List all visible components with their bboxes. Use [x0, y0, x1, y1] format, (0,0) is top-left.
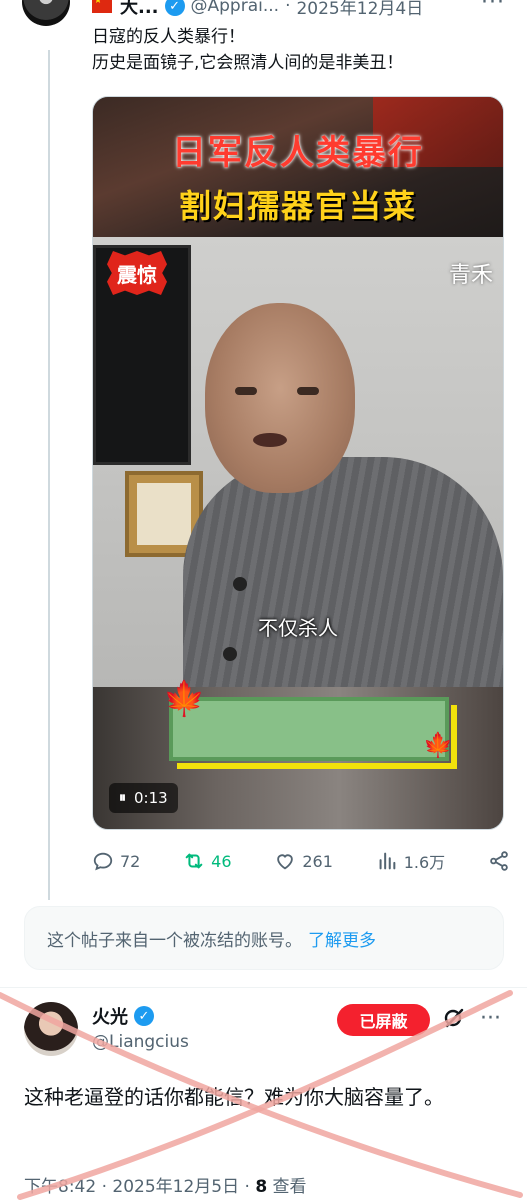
views-count: 1.6万 [403, 853, 446, 872]
person-mouth-image [253, 433, 287, 447]
author-avatar[interactable] [22, 0, 70, 26]
verified-badge-icon: ✓ [134, 1006, 154, 1026]
reply-avatar[interactable] [24, 1002, 78, 1056]
video-player[interactable]: 日军反人类暴行 割妇孺器官当菜 震惊 青禾 不仅杀人 🍁 🍁 ⏸ 0:13 [92, 96, 504, 830]
views-icon [379, 852, 396, 870]
maple-leaf-icon: 🍁 [423, 731, 453, 759]
video-banner: 日军反人类暴行 割妇孺器官当菜 [93, 97, 503, 237]
person-head-image [205, 303, 355, 493]
video-subtitle: 不仅杀人 [258, 616, 338, 640]
blocked-button[interactable]: 已屏蔽 [337, 1004, 430, 1036]
grok-icon[interactable] [442, 1006, 466, 1036]
learn-more-link[interactable]: 了解更多 [308, 926, 376, 951]
views-button[interactable]: 1.6万 [376, 849, 445, 873]
retweet-button[interactable]: 46 [183, 850, 232, 872]
video-watermark: 青禾 [448, 263, 493, 288]
reply-views-label: 查看 [267, 1177, 307, 1197]
post-header: 大... ✓ @Apprai... · 2025年12月4日 [92, 0, 423, 19]
more-options-icon[interactable]: ··· [481, 0, 505, 15]
retweet-icon [185, 853, 203, 869]
thread-line [48, 50, 50, 900]
post-text-line: 历史是面镜子,它会照清人间的是非美丑！ [92, 53, 404, 73]
china-flag-icon [92, 0, 112, 13]
reply-button[interactable]: 72 [92, 850, 140, 872]
heart-icon [277, 854, 294, 870]
separator: · [285, 0, 291, 16]
reply-handle[interactable]: @Liangcius [92, 1032, 189, 1052]
reply-timestamp[interactable]: 下午8:42 · 2025年12月5日 · [24, 1177, 255, 1197]
person-image [183, 457, 503, 707]
like-count: 261 [302, 851, 333, 871]
share-icon [490, 851, 508, 871]
more-options-icon[interactable]: ··· [480, 1006, 501, 1031]
maple-leaf-icon: 🍁 [163, 679, 206, 719]
reply-icon [93, 852, 113, 871]
reply-text: 这种老逼登的话你都能信？难为你大脑容量了。 [24, 1085, 444, 1109]
banner-subtitle: 割妇孺器官当菜 [178, 187, 417, 225]
video-bottom-strip: 🍁 🍁 ⏸ 0:13 [93, 679, 503, 829]
notice-text: 这个帖子来自一个被冻结的账号。 [47, 930, 302, 951]
share-button[interactable] [488, 850, 510, 872]
coat-button-image [223, 647, 237, 661]
green-caption-box [169, 697, 449, 761]
retweet-count: 46 [211, 851, 232, 871]
shock-badge: 震惊 [107, 251, 167, 295]
reply-views-count: 8 [255, 1177, 268, 1197]
reply-meta: 下午8:42 · 2025年12月5日 · 8 查看 [24, 1172, 307, 1197]
post-text-line: 日寇的反人类暴行！ [92, 27, 245, 47]
verified-badge-icon: ✓ [164, 0, 185, 16]
like-button[interactable]: 261 [274, 850, 333, 872]
author-handle[interactable]: @Apprai... [191, 0, 280, 16]
divider [0, 987, 527, 988]
post-actions: 72 46 261 1.6万 [92, 846, 510, 876]
reply-author: 火光 ✓ [92, 1003, 160, 1029]
reply-display-name[interactable]: 火光 [92, 1003, 128, 1029]
pause-icon[interactable]: ⏸ [119, 790, 126, 806]
post-date[interactable]: 2025年12月4日 [296, 0, 423, 19]
video-timestamp: 0:13 [134, 789, 168, 807]
reply-count: 72 [120, 851, 141, 871]
coat-button-image [233, 577, 247, 591]
grok-icon-svg [444, 1008, 464, 1028]
video-frame: 震惊 青禾 不仅杀人 [93, 237, 503, 707]
frozen-account-notice: 这个帖子来自一个被冻结的账号。 了解更多 [24, 906, 504, 970]
author-name[interactable]: 大... [120, 0, 159, 19]
video-timestamp-pill[interactable]: ⏸ 0:13 [109, 783, 178, 813]
banner-title: 日军反人类暴行 [172, 133, 424, 173]
post-text: 日寇的反人类暴行！ 历史是面镜子,它会照清人间的是非美丑！ [92, 24, 403, 76]
